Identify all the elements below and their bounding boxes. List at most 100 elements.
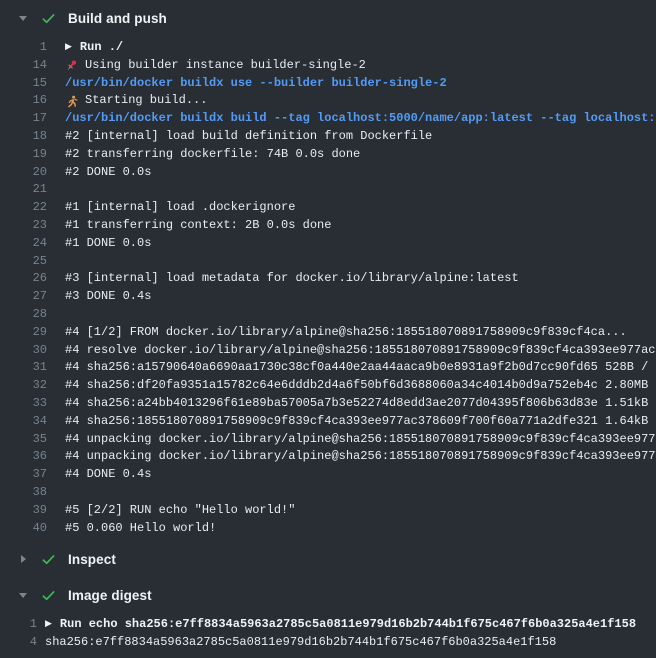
log-text: #2 [internal] load build definition from… <box>47 128 432 146</box>
section-inspect: Inspect <box>0 541 656 577</box>
line-number-link[interactable]: 25 <box>0 253 47 271</box>
log-text <box>47 306 65 324</box>
log-line: 34 #4 sha256:185518070891758909c9f839cf4c… <box>0 413 656 431</box>
section-title: Image digest <box>68 588 152 603</box>
log-line: 36#4 unpacking docker.io/library/alpine@… <box>0 448 656 466</box>
log-text: #5 0.060 Hello world! <box>47 520 216 538</box>
log-text-content: #2 [internal] load build definition from… <box>65 128 432 146</box>
line-number-link[interactable]: 17 <box>0 110 47 128</box>
line-number-link[interactable]: 35 <box>0 431 47 449</box>
line-number-link[interactable]: 28 <box>0 306 47 324</box>
section-header-build-and-push[interactable]: Build and push <box>0 0 656 36</box>
line-number-link[interactable]: 1 <box>0 39 47 57</box>
log-line: 22 #1 [internal] load .dockerignore <box>0 199 656 217</box>
line-number-link[interactable]: 29 <box>0 324 47 342</box>
log-text-content: #5 0.060 Hello world! <box>65 520 216 538</box>
line-number-link[interactable]: 34 <box>0 413 47 431</box>
log-text: #2 transferring dockerfile: 74B 0.0s don… <box>47 146 360 164</box>
log-line: 1▶Run echo sha256:e7ff8834a5963a2785c5a0… <box>0 616 656 634</box>
run-command-line[interactable]: ▶Run echo sha256:e7ff8834a5963a2785c5a08… <box>37 616 636 634</box>
line-number-link[interactable]: 19 <box>0 146 47 164</box>
log-line: 37#4 DONE 0.4s <box>0 466 656 484</box>
workflow-log-viewer: Build and push 1▶Run ./14Using builder i… <box>0 0 656 658</box>
line-number-link[interactable]: 14 <box>0 57 47 75</box>
log-line: 1▶Run ./ <box>0 39 656 57</box>
log-text-content: #4 sha256:a15790640a6690aa1730c38cf0a440… <box>65 359 656 377</box>
log-line: 16Starting build... <box>0 92 656 110</box>
line-number-link[interactable]: 39 <box>0 502 47 520</box>
line-number-link[interactable]: 1 <box>0 616 37 634</box>
log-text: #4 sha256:185518070891758909c9f839cf4ca3… <box>47 413 656 431</box>
log-text-content: Run ./ <box>80 39 123 57</box>
line-number-link[interactable]: 37 <box>0 466 47 484</box>
log-line: 14Using builder instance builder-single-… <box>0 57 656 75</box>
log-text: #1 DONE 0.0s <box>47 235 151 253</box>
log-text-content: #4 sha256:a24bb4013296f61e89ba57005a7b3e… <box>65 395 656 413</box>
log-line: 25 <box>0 253 656 271</box>
log-text <box>47 484 65 502</box>
section-header-inspect[interactable]: Inspect <box>0 541 656 577</box>
log-text: /usr/bin/docker buildx build --tag local… <box>47 110 656 128</box>
log-text: /usr/bin/docker buildx use --builder bui… <box>47 75 447 93</box>
line-number-link[interactable]: 24 <box>0 235 47 253</box>
log-line: 26 #3 [internal] load metadata for docker… <box>0 270 656 288</box>
log-line: 27#3 DONE 0.4s <box>0 288 656 306</box>
log-line: 31 #4 sha256:a15790640a6690aa1730c38cf0a4… <box>0 359 656 377</box>
log-text-content: /usr/bin/docker buildx build --tag local… <box>65 110 656 128</box>
log-line: 4 sha256:e7ff8834a5963a2785c5a0811e979d16… <box>0 634 656 652</box>
log-line: 23 #1 transferring context: 2B 0.0s done <box>0 217 656 235</box>
log-text-content: #4 [1/2] FROM docker.io/library/alpine@s… <box>65 324 627 342</box>
chevron-down-icon[interactable] <box>18 590 28 600</box>
line-number-link[interactable]: 30 <box>0 342 47 360</box>
section-log-lines: 1▶Run echo sha256:e7ff8834a5963a2785c5a0… <box>0 613 656 656</box>
log-line: 15/usr/bin/docker buildx use --builder b… <box>0 75 656 93</box>
log-line: 38 <box>0 484 656 502</box>
line-number-link[interactable]: 16 <box>0 92 47 110</box>
log-text <box>47 253 65 271</box>
log-text: #1 transferring context: 2B 0.0s done <box>47 217 331 235</box>
log-text-content: #4 resolve docker.io/library/alpine@sha2… <box>65 342 656 360</box>
line-number-link[interactable]: 18 <box>0 128 47 146</box>
log-text-content: #1 [internal] load .dockerignore <box>65 199 295 217</box>
line-number-link[interactable]: 31 <box>0 359 47 377</box>
log-text-content: #3 [internal] load metadata for docker.i… <box>65 270 519 288</box>
line-number-link[interactable]: 20 <box>0 164 47 182</box>
run-command-line[interactable]: ▶Run ./ <box>47 39 123 57</box>
log-text-content: #4 sha256:df20fa9351a15782c64e6dddb2d4a6… <box>65 377 656 395</box>
line-number-link[interactable]: 38 <box>0 484 47 502</box>
line-number-link[interactable]: 22 <box>0 199 47 217</box>
log-line: 17/usr/bin/docker buildx build --tag loc… <box>0 110 656 128</box>
log-text: #4 resolve docker.io/library/alpine@sha2… <box>47 342 656 360</box>
log-line: 29 #4 [1/2] FROM docker.io/library/alpine… <box>0 324 656 342</box>
line-number-link[interactable]: 21 <box>0 181 47 199</box>
check-success-icon <box>41 552 56 567</box>
log-text: #2 DONE 0.0s <box>47 164 151 182</box>
log-text-content: Run echo sha256:e7ff8834a5963a2785c5a081… <box>60 616 636 634</box>
log-line: 35#4 unpacking docker.io/library/alpine@… <box>0 431 656 449</box>
section-header-image-digest[interactable]: Image digest <box>0 577 656 613</box>
line-number-link[interactable]: 4 <box>0 634 37 652</box>
log-text: sha256:e7ff8834a5963a2785c5a0811e979d16b… <box>37 634 556 652</box>
log-text-content: #1 transferring context: 2B 0.0s done <box>65 217 331 235</box>
log-line: 18 #2 [internal] load build definition fr… <box>0 128 656 146</box>
line-number-link[interactable]: 32 <box>0 377 47 395</box>
log-text-content: sha256:e7ff8834a5963a2785c5a0811e979d16b… <box>45 634 556 652</box>
log-text: #4 [1/2] FROM docker.io/library/alpine@s… <box>47 324 627 342</box>
log-text: Starting build... <box>47 92 207 110</box>
line-number-link[interactable]: 23 <box>0 217 47 235</box>
log-text-content: #4 sha256:185518070891758909c9f839cf4ca3… <box>65 413 656 431</box>
section-image-digest: Image digest 1▶Run echo sha256:e7ff8834a… <box>0 577 656 656</box>
log-text-content: /usr/bin/docker buildx use --builder bui… <box>65 75 447 93</box>
line-number-link[interactable]: 36 <box>0 448 47 466</box>
chevron-down-icon[interactable] <box>18 13 28 23</box>
line-number-link[interactable]: 33 <box>0 395 47 413</box>
line-number-link[interactable]: 27 <box>0 288 47 306</box>
log-text: #4 unpacking docker.io/library/alpine@sh… <box>47 448 656 466</box>
line-number-link[interactable]: 15 <box>0 75 47 93</box>
line-number-link[interactable]: 26 <box>0 270 47 288</box>
log-line: 33 #4 sha256:a24bb4013296f61e89ba57005a7b… <box>0 395 656 413</box>
line-number-link[interactable]: 40 <box>0 520 47 538</box>
check-success-icon <box>41 588 56 603</box>
log-text: Using builder instance builder-single-2 <box>47 57 366 75</box>
chevron-right-icon[interactable] <box>18 554 28 564</box>
